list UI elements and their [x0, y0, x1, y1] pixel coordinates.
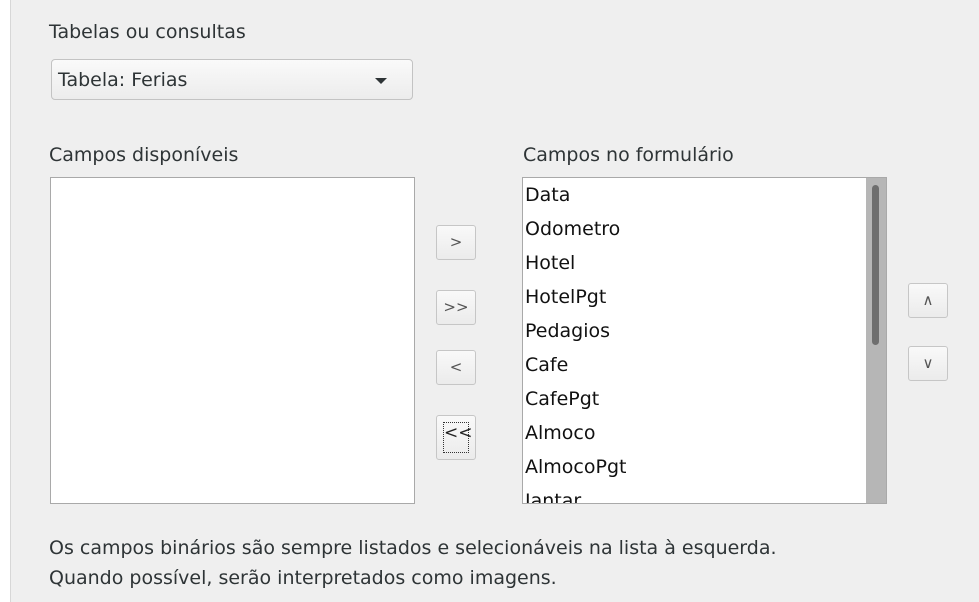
available-fields-label: Campos disponíveis [49, 144, 239, 166]
move-left-button[interactable]: < [436, 350, 476, 385]
move-up-button[interactable]: ∧ [908, 283, 948, 318]
list-item[interactable]: CafePgt [523, 382, 866, 416]
scrollbar-thumb[interactable] [872, 185, 879, 345]
available-fields-list[interactable] [50, 177, 415, 504]
list-item[interactable]: Almoco [523, 416, 866, 450]
tables-combobox-value: Tabela: Ferias [58, 69, 188, 91]
list-item[interactable]: Jantar [523, 484, 866, 503]
move-left-label: < [449, 358, 463, 376]
list-item[interactable]: Data [523, 178, 866, 212]
list-item[interactable]: Cafe [523, 348, 866, 382]
form-fields-items: Data Odometro Hotel HotelPgt Pedagios Ca… [523, 178, 866, 503]
list-item[interactable]: HotelPgt [523, 280, 866, 314]
move-right-button[interactable]: > [436, 225, 476, 260]
form-fields-scrollbar[interactable] [866, 178, 886, 503]
move-down-button[interactable]: ∨ [908, 346, 948, 381]
form-wizard-panel: Tabelas ou consultas Tabela: Ferias Camp… [10, 0, 979, 602]
chevron-down-icon [375, 78, 387, 84]
move-down-label: ∨ [922, 354, 934, 372]
binary-fields-note-line2: Quando possível, serão interpretados com… [49, 567, 557, 589]
list-item[interactable]: AlmocoPgt [523, 450, 866, 484]
move-up-label: ∧ [922, 291, 934, 309]
form-fields-list[interactable]: Data Odometro Hotel HotelPgt Pedagios Ca… [522, 177, 887, 504]
move-all-left-label: << [443, 422, 473, 453]
list-item[interactable]: Pedagios [523, 314, 866, 348]
move-all-right-label: >> [443, 298, 469, 316]
form-fields-label: Campos no formulário [523, 144, 734, 166]
list-item[interactable]: Odometro [523, 212, 866, 246]
list-item[interactable]: Hotel [523, 246, 866, 280]
move-right-label: > [449, 233, 463, 251]
binary-fields-note-line1: Os campos binários são sempre listados e… [49, 537, 777, 559]
tables-label: Tabelas ou consultas [49, 21, 246, 43]
tables-combobox[interactable]: Tabela: Ferias [51, 59, 413, 100]
move-all-right-button[interactable]: >> [436, 290, 476, 325]
move-all-left-button[interactable]: << [436, 415, 476, 460]
